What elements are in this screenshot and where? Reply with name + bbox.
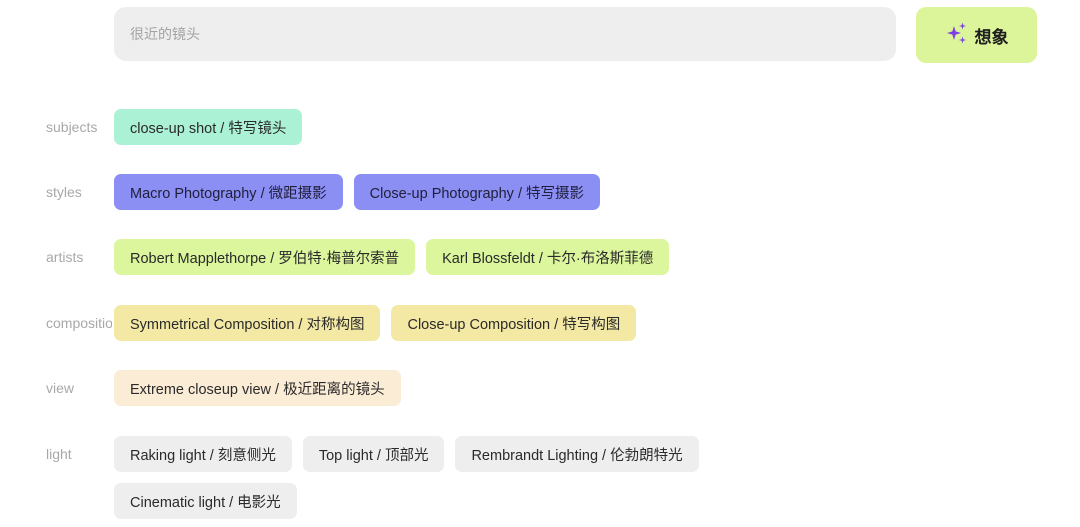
search-input[interactable]: 很近的镜头: [114, 7, 896, 61]
category-label: artists: [46, 249, 84, 265]
tag-chip[interactable]: Extreme closeup view / 极近距离的镜头: [114, 370, 401, 406]
tag-chip[interactable]: Close-up Photography / 特写摄影: [353, 174, 601, 210]
imagine-button[interactable]: 想象: [916, 7, 1037, 63]
tag-chip[interactable]: Raking light / 刻意侧光: [114, 436, 292, 472]
sparkles-icon: [945, 21, 969, 50]
search-input-value: 很近的镜头: [130, 26, 200, 42]
tag-chip[interactable]: Rembrandt Lighting / 伦勃朗特光: [455, 436, 699, 472]
imagine-button-label: 想象: [974, 27, 1009, 48]
category-label: light: [46, 446, 72, 462]
tag-chip[interactable]: Karl Blossfeldt / 卡尔·布洛斯菲德: [426, 239, 670, 275]
tag-chip[interactable]: Robert Mapplethorpe / 罗伯特·梅普尔索普: [114, 239, 416, 275]
tag-chip[interactable]: Cinematic light / 电影光: [114, 483, 297, 519]
tag-chip[interactable]: Close-up Composition / 特写构图: [391, 305, 637, 341]
category-label: view: [46, 380, 75, 396]
category-label: subjects: [46, 119, 98, 135]
tag-chip[interactable]: Top light / 顶部光: [302, 436, 445, 472]
category-label: styles: [46, 184, 82, 200]
category-label: composition: [46, 315, 112, 331]
tag-chip[interactable]: Symmetrical Composition / 对称构图: [114, 305, 381, 341]
tag-chip[interactable]: Macro Photography / 微距摄影: [114, 174, 343, 210]
tag-chip[interactable]: close-up shot / 特写镜头: [114, 109, 303, 145]
